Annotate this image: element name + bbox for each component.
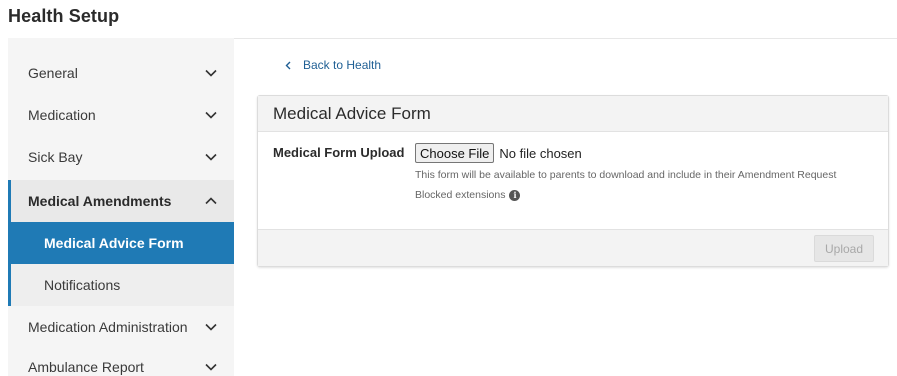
file-input: Choose File No file chosen <box>415 143 582 163</box>
sidebar-item-label: Sick Bay <box>28 149 83 165</box>
medical-form-upload-label: Medical Form Upload <box>273 145 405 160</box>
chevron-down-icon <box>204 150 218 164</box>
back-link-label: Back to Health <box>303 58 382 72</box>
sidebar-item-sick-bay[interactable]: Sick Bay <box>8 136 234 178</box>
chevron-left-icon <box>285 61 291 70</box>
sidebar-item-medical-amendments[interactable]: Medical Amendments <box>8 180 234 222</box>
sidebar-item-medication-administration[interactable]: Medication Administration <box>8 306 234 348</box>
chevron-down-icon <box>204 108 218 122</box>
choose-file-button[interactable]: Choose File <box>415 143 495 163</box>
upload-help-text: This form will be available to parents t… <box>415 169 837 181</box>
title-divider <box>234 38 897 39</box>
page-title: Health Setup <box>8 6 120 26</box>
info-icon[interactable]: i <box>509 189 521 201</box>
sidebar-subitem-notifications[interactable]: Notifications <box>8 264 234 306</box>
sidebar-item-label: Medication Administration <box>28 319 188 335</box>
card-title: Medical Advice Form <box>258 96 888 132</box>
medical-advice-form-card: Medical Advice Form Medical Form Upload … <box>257 95 889 267</box>
sidebar-item-label: Ambulance Report <box>28 359 144 375</box>
card-footer: Upload <box>258 229 888 266</box>
active-group-accent <box>8 180 11 306</box>
sidebar-item-label: Medical Amendments <box>28 193 172 209</box>
blocked-extensions: Blocked extensions i <box>415 189 521 201</box>
sidebar-item-label: Medication <box>28 107 96 123</box>
sidebar-subitem-label: Notifications <box>44 277 121 293</box>
upload-button[interactable]: Upload <box>814 235 874 262</box>
blocked-extensions-label: Blocked extensions <box>415 189 506 201</box>
back-to-health-link[interactable]: Back to Health <box>285 58 381 72</box>
sidebar-item-label: General <box>28 65 78 81</box>
sidebar-subitem-label: Medical Advice Form <box>44 235 184 251</box>
file-status-text: No file chosen <box>499 145 582 161</box>
sidebar: General Medication Sick Bay Medical Amen… <box>8 38 234 376</box>
sidebar-subitem-medical-advice-form[interactable]: Medical Advice Form <box>8 222 234 264</box>
chevron-down-icon <box>204 360 218 374</box>
chevron-up-icon <box>204 194 218 208</box>
sidebar-item-ambulance-report[interactable]: Ambulance Report <box>8 346 234 376</box>
card-body: Medical Form Upload Choose File No file … <box>258 132 888 230</box>
chevron-down-icon <box>204 66 218 80</box>
chevron-down-icon <box>204 320 218 334</box>
sidebar-item-medication[interactable]: Medication <box>8 94 234 136</box>
sidebar-item-general[interactable]: General <box>8 52 234 94</box>
